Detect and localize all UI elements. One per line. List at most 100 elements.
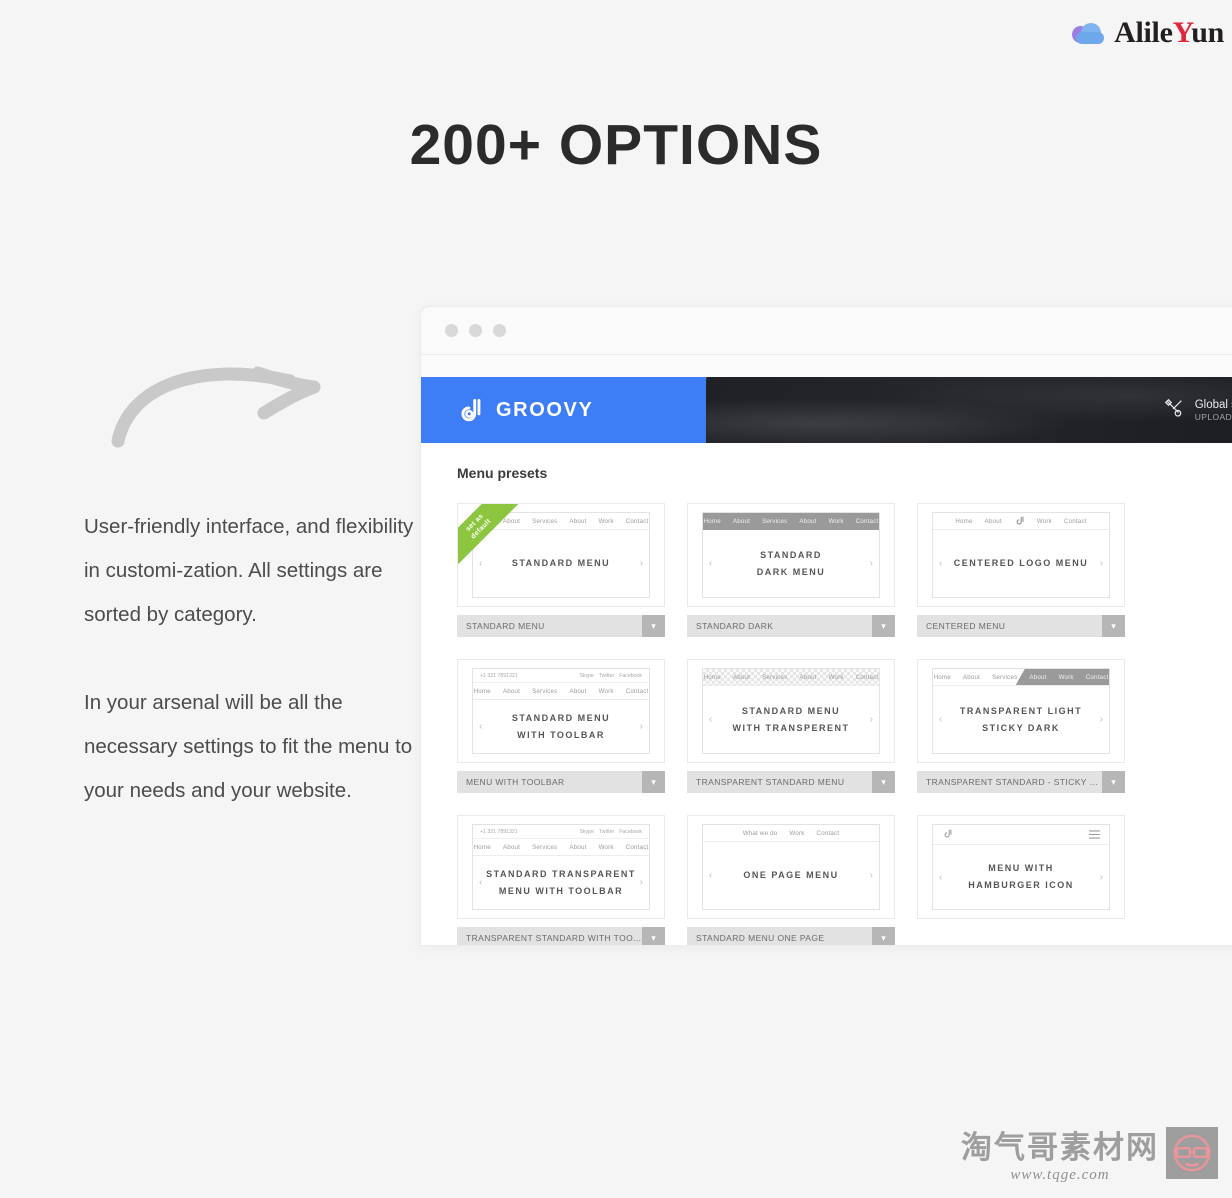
chevron-down-icon[interactable]: ▾ (872, 771, 895, 793)
next-arrow-icon[interactable]: › (1100, 714, 1103, 725)
menu-presets-grid: set as default Home About Services About… (457, 503, 1232, 945)
preset-card-centered-menu[interactable]: Home About Work Contact ‹ CENTERED LOGO … (917, 503, 1125, 637)
social-link[interactable]: Facebook (619, 829, 642, 835)
preset-select-label: CENTERED MENU (926, 621, 1006, 631)
preset-select-label: TRANSPARENT STANDARD MENU (696, 777, 845, 787)
next-arrow-icon[interactable]: › (1100, 558, 1103, 569)
prev-arrow-icon[interactable]: ‹ (479, 877, 482, 888)
preset-card-standard-menu[interactable]: set as default Home About Services About… (457, 503, 665, 637)
prev-arrow-icon[interactable]: ‹ (939, 714, 942, 725)
preset-title: MENU WITH HAMBURGER ICON (968, 863, 1074, 890)
preset-preview[interactable]: set as default Home About Services About… (457, 503, 665, 607)
social-link[interactable]: Twitter (599, 673, 614, 679)
mini-navbar: Home About Work Contact (933, 513, 1109, 530)
prev-arrow-icon[interactable]: ‹ (709, 558, 712, 569)
preset-card-menu-with-toolbar[interactable]: +1 321 7891321 Skype Twitter Facebook Ho… (457, 659, 665, 793)
nav-item: Services (762, 518, 788, 525)
mini-toolbar: +1 321 7891321 Skype Twitter Facebook (473, 669, 649, 683)
nav-item: Home (473, 843, 491, 851)
nav-item: Contact (1063, 517, 1087, 525)
preset-preview[interactable]: ‹ MENU WITH HAMBURGER ICON › (917, 815, 1125, 919)
preset-card-standard-dark[interactable]: Home About Services About Work Contact ‹… (687, 503, 895, 637)
social-link[interactable]: Twitter (599, 829, 614, 835)
nav-item: About (732, 673, 751, 681)
app-logo-text: GROOVY (496, 398, 594, 421)
app-logo-area[interactable]: GROOVY (421, 377, 706, 443)
preset-select[interactable]: TRANSPARENT STANDARD - STICKY D... ▾ (917, 771, 1125, 793)
nav-item: Home (473, 687, 491, 695)
groovy-logo-icon (942, 826, 953, 844)
minimize-dot-icon[interactable] (469, 324, 482, 337)
social-link[interactable]: Skype (580, 673, 594, 679)
preset-select[interactable]: MENU WITH TOOLBAR ▾ (457, 771, 665, 793)
nav-item: Contact (816, 829, 840, 837)
preset-select[interactable]: CENTERED MENU ▾ (917, 615, 1125, 637)
preset-preview[interactable]: What we do Work Contact ‹ ONE PAGE MENU … (687, 815, 895, 919)
chevron-down-icon[interactable]: ▾ (872, 615, 895, 637)
chevron-down-icon[interactable]: ▾ (872, 927, 895, 945)
next-arrow-icon[interactable]: › (870, 558, 873, 569)
next-arrow-icon[interactable]: › (870, 870, 873, 881)
preset-preview[interactable]: Home About Services About Work Contact ‹… (917, 659, 1125, 763)
prev-arrow-icon[interactable]: ‹ (709, 714, 712, 725)
nav-item: Services (532, 687, 558, 695)
preset-preview[interactable]: Home About Services About Work Contact ‹… (687, 659, 895, 763)
prev-arrow-icon[interactable]: ‹ (709, 870, 712, 881)
maximize-dot-icon[interactable] (493, 324, 506, 337)
prev-arrow-icon[interactable]: ‹ (479, 558, 482, 569)
preset-select[interactable]: STANDARD MENU ONE PAGE ▾ (687, 927, 895, 945)
preset-body: ‹ STANDARD MENU WITH TOOLBAR › (473, 700, 649, 753)
prev-arrow-icon[interactable]: ‹ (479, 721, 482, 732)
nav-item: About (984, 517, 1002, 525)
nav-item: Home (955, 517, 973, 525)
close-dot-icon[interactable] (445, 324, 458, 337)
preset-card-transparent-sticky-dark[interactable]: Home About Services About Work Contact ‹… (917, 659, 1125, 793)
prev-arrow-icon[interactable]: ‹ (939, 558, 942, 569)
chevron-down-icon[interactable]: ▾ (1102, 771, 1125, 793)
preset-preview[interactable]: +1 321 7891321 Skype Twitter Facebook Ho… (457, 659, 665, 763)
next-arrow-icon[interactable]: › (640, 721, 643, 732)
nav-item: Services (992, 673, 1018, 681)
preset-select[interactable]: TRANSPARENT STANDARD WITH TOO... ▾ (457, 927, 665, 945)
preset-card-transparent-standard[interactable]: Home About Services About Work Contact ‹… (687, 659, 895, 793)
next-arrow-icon[interactable]: › (640, 558, 643, 569)
preset-card-transparent-with-toolbar[interactable]: +1 321 7891321 Skype Twitter Facebook Ho… (457, 815, 665, 945)
social-link[interactable]: Facebook (619, 673, 642, 679)
nav-item: Services (532, 517, 558, 525)
nav-item: Home (933, 673, 951, 681)
prev-arrow-icon[interactable]: ‹ (939, 872, 942, 883)
nav-item: Home (703, 518, 721, 525)
preset-preview[interactable]: Home About Services About Work Contact ‹… (687, 503, 895, 607)
nav-item: Contact (855, 518, 879, 525)
phone-number: +1 321 7891321 (480, 828, 518, 835)
preset-select-label: TRANSPARENT STANDARD - STICKY D... (926, 777, 1102, 787)
preset-card-one-page-menu[interactable]: What we do Work Contact ‹ ONE PAGE MENU … (687, 815, 895, 945)
preset-preview[interactable]: +1 321 7891321 Skype Twitter Facebook Ho… (457, 815, 665, 919)
chevron-down-icon[interactable]: ▾ (642, 927, 665, 945)
next-arrow-icon[interactable]: › (1100, 872, 1103, 883)
chevron-down-icon[interactable]: ▾ (642, 615, 665, 637)
preset-select[interactable]: TRANSPARENT STANDARD MENU ▾ (687, 771, 895, 793)
social-link[interactable]: Skype (580, 829, 594, 835)
next-arrow-icon[interactable]: › (640, 877, 643, 888)
preset-select[interactable]: STANDARD DARK ▾ (687, 615, 895, 637)
nav-item: About (569, 517, 587, 525)
preset-select-label: STANDARD MENU ONE PAGE (696, 933, 825, 943)
preset-title: STANDARD DARK MENU (756, 549, 826, 577)
preset-mini-layout: +1 321 7891321 Skype Twitter Facebook Ho… (472, 668, 650, 754)
nav-item: About (732, 518, 751, 525)
watermark-text: 淘气哥素材网 www.tqge.com (961, 1122, 1159, 1184)
preset-body: ‹ STANDARD MENU WITH TRANSPERENT › (703, 686, 879, 753)
chevron-down-icon[interactable]: ▾ (642, 771, 665, 793)
nav-item: Work (1036, 517, 1052, 525)
next-arrow-icon[interactable]: › (870, 714, 873, 725)
preset-select[interactable]: STANDARD MENU ▾ (457, 615, 665, 637)
hamburger-icon[interactable] (1089, 826, 1100, 844)
preset-card-hamburger-menu[interactable]: ‹ MENU WITH HAMBURGER ICON › (917, 815, 1125, 945)
preset-preview[interactable]: Home About Work Contact ‹ CENTERED LOGO … (917, 503, 1125, 607)
nav-item: Services (762, 673, 788, 681)
nav-item: Contact (625, 687, 649, 695)
chevron-down-icon[interactable]: ▾ (1102, 615, 1125, 637)
global-settings-button[interactable]: Global settings UPLOAD LOGO HERE (1163, 397, 1232, 424)
preset-body: ‹ MENU WITH HAMBURGER ICON › (933, 845, 1109, 909)
